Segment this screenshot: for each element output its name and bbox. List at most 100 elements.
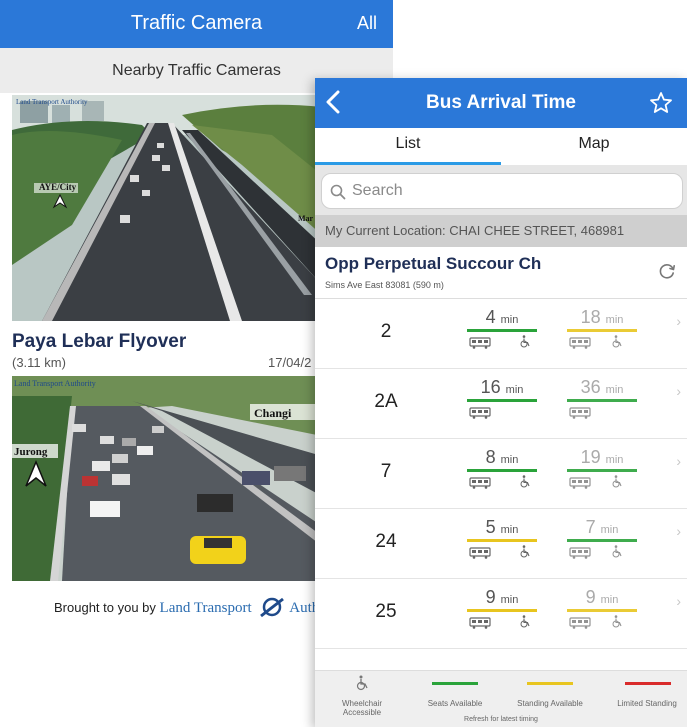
wheelchair-icon	[519, 545, 530, 563]
second-arrival: 19 min	[567, 447, 637, 489]
first-arrival-load-bar	[467, 469, 537, 472]
bus-type-icon	[569, 336, 591, 354]
legend-standing-label: Standing Available	[517, 699, 583, 708]
tab-list[interactable]: List	[315, 135, 501, 153]
first-arrival-load-bar	[467, 609, 537, 612]
second-arrival-load-bar	[567, 609, 637, 612]
chevron-right-icon: ›	[676, 523, 681, 539]
traffic-title: Traffic Camera	[130, 12, 263, 34]
bus-type-icon	[569, 546, 591, 564]
wheelchair-icon	[519, 335, 530, 353]
wheelchair-legend-icon	[355, 675, 369, 696]
camera2-overlay-left: Jurong	[14, 446, 48, 458]
camera-image-2[interactable]: Changi Jurong Land Transport Authority	[12, 376, 322, 581]
search-input[interactable]: Search	[321, 173, 683, 209]
second-arrival-time: 18 min	[580, 307, 624, 327]
second-arrival-load-bar	[567, 399, 637, 402]
all-button[interactable]: All	[357, 13, 377, 34]
camera-image-1[interactable]: AYE/City Mar Land Transport Authority	[12, 95, 322, 321]
first-arrival-time: 4 min	[485, 307, 519, 327]
first-arrival-load-bar	[467, 539, 537, 542]
legend-footer: Refresh for latest timing	[464, 716, 538, 723]
current-location: My Current Location: CHAI CHEE STREET, 4…	[315, 215, 687, 247]
second-arrival: 7 min	[567, 517, 637, 559]
bus-service-row[interactable]: 24 5 min 7 min ›	[315, 509, 687, 579]
chevron-right-icon: ›	[676, 383, 681, 399]
camera2-watermark: Land Transport Authority	[14, 379, 96, 388]
bus-type-icon	[469, 406, 491, 424]
wheelchair-icon	[519, 475, 530, 493]
camera2-overlay-right: Changi	[254, 406, 292, 420]
brought-by-line: Brought to you by Land Transport Authi	[54, 596, 323, 621]
bus-service-row[interactable]: 25 9 min 9 min ›	[315, 579, 687, 649]
active-tab-indicator	[315, 162, 501, 165]
brought-org: Land Transport	[159, 599, 252, 616]
first-arrival: 16 min	[467, 377, 537, 419]
bus-type-icon	[569, 406, 591, 424]
view-tabs: List Map	[315, 128, 687, 165]
bus-nav-bar: Bus Arrival Time	[315, 78, 687, 128]
first-arrival-time: 9 min	[485, 587, 519, 607]
wheelchair-icon	[611, 475, 622, 493]
first-arrival-time: 5 min	[485, 517, 519, 537]
second-arrival-time: 19 min	[580, 447, 624, 467]
bus-title: Bus Arrival Time	[426, 92, 576, 113]
bus-type-icon	[469, 546, 491, 564]
bus-type-icon	[469, 476, 491, 494]
second-arrival-load-bar	[567, 469, 637, 472]
search-area: Search	[315, 165, 687, 215]
lta-logo-icon	[257, 596, 287, 621]
bus-type-icon	[569, 616, 591, 634]
legend-limited-label: Limited Standing	[617, 699, 677, 708]
second-arrival: 9 min	[567, 587, 637, 629]
camera-date: 17/04/2	[268, 355, 312, 370]
legend-yellow-bar	[527, 682, 573, 685]
first-arrival: 5 min	[467, 517, 537, 559]
second-arrival-time: 36 min	[580, 377, 624, 397]
bus-stop-details: Sims Ave East 83081 (590 m)	[325, 280, 444, 290]
camera1-edge-label: Mar	[298, 214, 314, 223]
bus-stop-header[interactable]: Opp Perpetual Succour Ch Sims Ave East 8…	[315, 247, 687, 299]
legend-bar: Wheelchair Accessible Seats Available St…	[315, 670, 687, 727]
brought-prefix: Brought to you by	[54, 599, 156, 615]
first-arrival-load-bar	[467, 329, 537, 332]
second-arrival-load-bar	[567, 539, 637, 542]
wheelchair-icon	[611, 615, 622, 633]
legend-red-bar	[625, 682, 671, 685]
chevron-right-icon: ›	[676, 593, 681, 609]
bus-type-icon	[469, 616, 491, 634]
service-number: 25	[375, 601, 397, 622]
star-favorite-icon[interactable]	[649, 91, 673, 120]
bus-stop-name: Opp Perpetual Succour Ch	[325, 254, 542, 273]
second-arrival-time: 7 min	[585, 517, 619, 537]
camera-title: Paya Lebar Flyover	[12, 331, 187, 352]
bus-service-row[interactable]: 7 8 min 19 min ›	[315, 439, 687, 509]
chevron-right-icon: ›	[676, 453, 681, 469]
first-arrival: 8 min	[467, 447, 537, 489]
bus-service-row[interactable]: 2A 16 min 36 min ›	[315, 369, 687, 439]
legend-seats-label: Seats Available	[427, 699, 483, 708]
chevron-right-icon: ›	[676, 313, 681, 329]
second-arrival-time: 9 min	[585, 587, 619, 607]
traffic-nav-bar: Traffic Camera All	[0, 0, 393, 48]
camera-distance: (3.11 km)	[12, 355, 66, 370]
wheelchair-icon	[611, 335, 622, 353]
service-number: 2	[380, 321, 392, 342]
wheelchair-icon	[519, 615, 530, 633]
second-arrival-load-bar	[567, 329, 637, 332]
bus-type-icon	[569, 476, 591, 494]
bus-type-icon	[469, 336, 491, 354]
search-placeholder: Search	[352, 182, 403, 199]
service-number: 2A	[374, 391, 398, 412]
legend-green-bar	[432, 682, 478, 685]
refresh-icon[interactable]	[657, 261, 677, 286]
first-arrival: 4 min	[467, 307, 537, 349]
first-arrival-time: 8 min	[485, 447, 519, 467]
first-arrival-time: 16 min	[480, 377, 524, 397]
bus-service-row[interactable]: 2 4 min 18 min ›	[315, 299, 687, 369]
wheelchair-icon	[611, 545, 622, 563]
tab-map[interactable]: Map	[501, 135, 687, 153]
bus-arrival-screen: Bus Arrival Time List Map Search My Curr…	[315, 78, 687, 727]
second-arrival: 18 min	[567, 307, 637, 349]
camera1-watermark: Land Transport Authority	[16, 98, 88, 106]
